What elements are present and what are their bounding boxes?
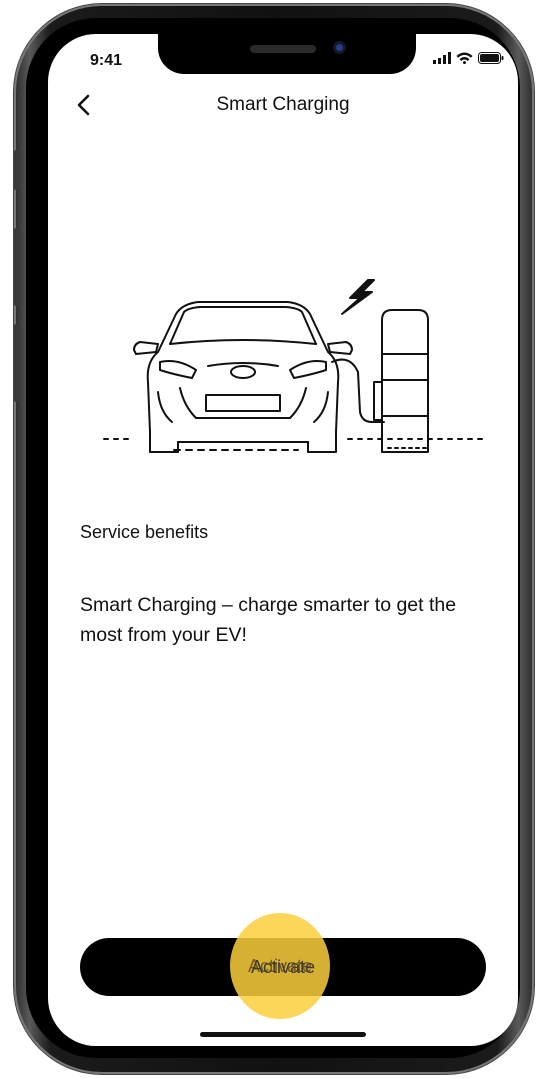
speaker — [250, 45, 316, 53]
volume-up-button — [14, 228, 20, 306]
signal-icon — [433, 52, 451, 64]
battery-icon — [478, 52, 504, 64]
service-description: Smart Charging – charge smarter to get t… — [80, 594, 457, 646]
status-icons — [433, 52, 504, 64]
front-camera — [333, 41, 346, 54]
silent-switch — [14, 150, 20, 190]
ev-charging-illustration — [103, 279, 489, 453]
status-time: 9:41 — [90, 52, 123, 69]
home-indicator[interactable] — [200, 1032, 366, 1037]
app-screen: 9:41 Smart Charging Service benefits Sma… — [48, 34, 518, 1046]
section-title: Service benefits — [80, 522, 209, 542]
page-title: Smart Charging — [216, 94, 350, 115]
volume-down-button — [14, 324, 20, 402]
wifi-icon — [456, 52, 473, 64]
notch — [158, 34, 416, 74]
activate-button-label: Activate — [250, 956, 316, 977]
